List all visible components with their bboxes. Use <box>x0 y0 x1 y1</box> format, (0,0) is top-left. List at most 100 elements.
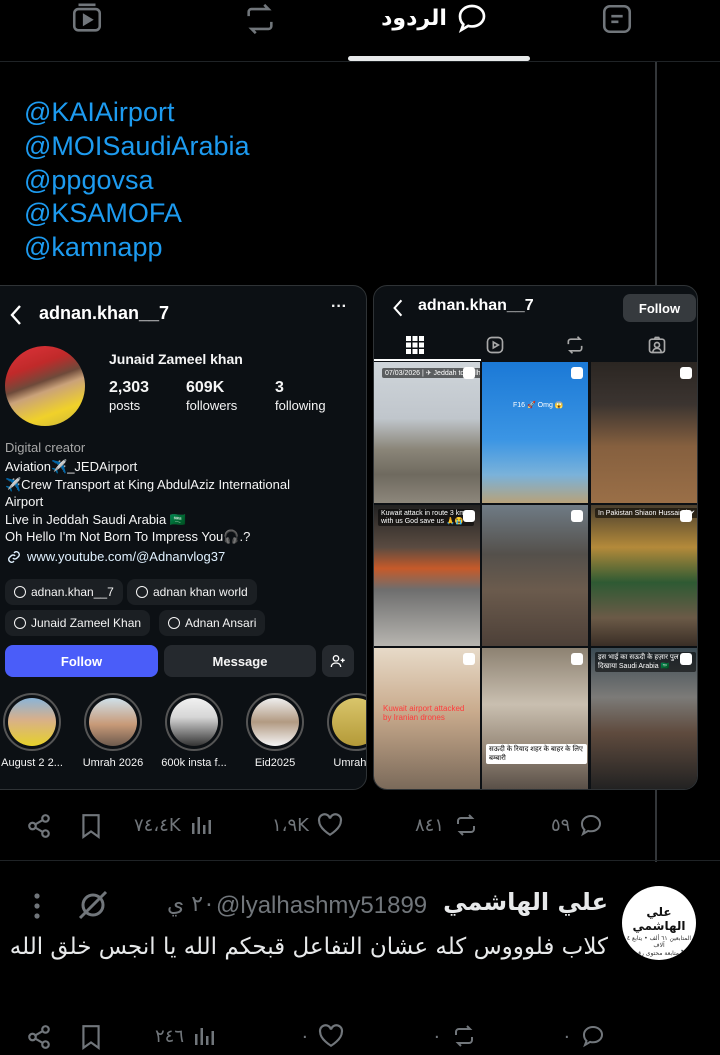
bio-line: Oh Hello I'm Not Born To Impress You🎧.? <box>5 529 251 544</box>
avatar-text: علي الهاشمي <box>632 905 686 933</box>
reply-bubble-icon <box>581 814 602 837</box>
share-button[interactable] <box>26 813 52 839</box>
highlight-cover <box>3 693 61 751</box>
highlight-label: Eid2025 <box>254 757 296 769</box>
grid-post[interactable]: 07/03/2026 | ✈ Jeddah to Delhi 🇮🇳 <box>374 362 480 503</box>
facebook-chip[interactable]: Junaid Zameel Khan <box>5 610 151 636</box>
highlight-label: 600k insta f... <box>161 757 227 769</box>
reel-icon <box>680 510 692 522</box>
avatar-subtext: المتابعين ٦١ ألف • يتابع ٤ آلاف <box>626 935 692 949</box>
follow-button[interactable]: Follow <box>5 645 158 677</box>
message-button[interactable]: Message <box>164 645 316 677</box>
views-button[interactable]: ٢٤٦ <box>155 1024 216 1048</box>
repost-icon <box>247 3 273 35</box>
grok-button[interactable] <box>76 888 110 922</box>
reel-icon <box>571 367 583 379</box>
views-count: ٧٤،٤K <box>134 814 181 836</box>
views-button[interactable]: ٧٤،٤K <box>134 813 213 837</box>
ig-link[interactable]: www.youtube.com/@Adnanvlog37 <box>27 549 225 564</box>
reel-icon <box>463 653 475 665</box>
tab-replies-label: الردود <box>381 5 447 31</box>
repost-button[interactable]: ٨٤١ <box>415 813 480 837</box>
highlight[interactable]: Umrah 2026 <box>78 693 148 769</box>
reply-text: كلاب فلوووس كله عشان التفاعل قبحكم الله … <box>9 934 608 960</box>
highlight-cover <box>327 693 366 751</box>
follow-button[interactable]: Follow <box>623 294 696 322</box>
share-icon <box>28 1025 50 1049</box>
like-button[interactable]: ١،٩K <box>272 813 343 837</box>
bio-line: Airport <box>5 494 44 509</box>
bookmark-button[interactable] <box>80 813 102 839</box>
following-label: following <box>275 398 326 413</box>
reply-button[interactable]: ٠ <box>562 1024 606 1048</box>
reposts-count: ٠ <box>432 1025 442 1047</box>
media-image-grid[interactable]: adnan.khan__7 Follow 07/03/2026 | ✈ Jedd… <box>373 285 698 790</box>
back-arrow-icon <box>10 305 21 325</box>
chip-label: Junaid Zameel Khan <box>31 616 142 630</box>
mention-link[interactable]: @kamnapp <box>24 231 250 265</box>
heart-icon <box>317 813 343 837</box>
highlight[interactable]: August 2 2... <box>0 693 67 769</box>
highlight-cover <box>84 693 142 751</box>
grid-post[interactable]: Kuwait airport attacked by Iranian drone… <box>374 648 480 789</box>
repost-icon <box>454 1025 473 1047</box>
views-icon <box>195 1028 215 1045</box>
highlight-label: August 2 2... <box>1 757 63 769</box>
share-button[interactable] <box>26 1024 52 1050</box>
tab-replies[interactable]: الردود <box>370 0 500 36</box>
facebook-icon <box>168 617 180 629</box>
threads-icon <box>14 586 26 598</box>
tab-video[interactable] <box>70 2 104 36</box>
tab-quotes[interactable] <box>600 2 634 36</box>
reply-handle[interactable]: @lyalhashmy51899 <box>216 892 427 920</box>
highlight[interactable]: Eid2025 <box>240 693 310 769</box>
tab-reposts[interactable] <box>242 2 278 36</box>
facebook-chip[interactable]: Adnan Ansari <box>159 610 266 636</box>
grid-post[interactable] <box>482 505 588 646</box>
grid-post[interactable]: सऊदी के रियाद शहर के बाहर के लिए बम्बारी <box>482 648 588 789</box>
avatar[interactable] <box>5 346 85 426</box>
like-button[interactable]: ٠ <box>300 1024 344 1048</box>
reel-icon <box>680 653 692 665</box>
reply-bubble-icon <box>582 1025 603 1048</box>
add-person-icon <box>330 655 345 668</box>
reposts-count: ٨٤١ <box>415 814 445 836</box>
tweet-mentions: @KAIAirport @MOISaudiArabia @ppgovsa @KS… <box>24 96 250 265</box>
chip-label: adnan khan world <box>153 585 248 599</box>
reply-button[interactable]: ٥٩ <box>551 813 604 837</box>
mention-link[interactable]: @KAIAirport <box>24 96 250 130</box>
highlight[interactable]: 600k insta f... <box>159 693 229 769</box>
reel-icon <box>571 510 583 522</box>
highlight-label: Umrah 2026 <box>82 757 144 769</box>
ig-full-name: Junaid Zameel khan <box>109 351 243 367</box>
avatar-subtext: متابعة محتوى رقمي 🔭 <box>629 950 689 957</box>
mention-link[interactable]: @KSAMOFA <box>24 197 250 231</box>
suggest-people-button[interactable] <box>322 645 354 677</box>
mention-link[interactable]: @ppgovsa <box>24 164 250 198</box>
threads-chip[interactable]: adnan khan world <box>127 579 257 605</box>
grid-post[interactable]: इस भाई का सऊदी के हज़ार पुल दिखाया Saudi… <box>591 648 697 789</box>
facebook-icon <box>14 617 26 629</box>
highlight[interactable]: Umrah20 <box>321 693 366 769</box>
post-caption: Kuwait attack in route 3 km with us God … <box>378 509 474 526</box>
ig-username: adnan.khan__7 <box>39 303 170 323</box>
reply-avatar[interactable]: علي الهاشمي المتابعين ٦١ ألف • يتابع ٤ آ… <box>622 886 696 960</box>
following-count: 3 <box>275 379 284 396</box>
grid-post[interactable]: F16 🚀 Omg 😱 <box>482 362 588 503</box>
grid-post[interactable]: In Pakistan Shiaon Hussain | ✔ <box>591 505 697 646</box>
reel-icon <box>463 367 475 379</box>
reply-timestamp: ٢٠ ي <box>167 892 215 917</box>
media-image-profile[interactable]: adnan.khan__7 ··· Junaid Zameel khan 2,3… <box>0 285 367 790</box>
bookmark-button[interactable] <box>80 1024 102 1050</box>
bookmark-icon <box>82 1025 100 1050</box>
grid-post[interactable] <box>591 362 697 503</box>
reply-more-button[interactable] <box>31 892 43 920</box>
reel-icon <box>571 653 583 665</box>
ig-bio: Aviation✈️_JEDAirport ✈️Crew Transport a… <box>5 458 355 546</box>
threads-chip[interactable]: adnan.khan__7 <box>5 579 123 605</box>
mention-link[interactable]: @MOISaudiArabia <box>24 130 250 164</box>
reply-display-name[interactable]: علي الهاشمي <box>443 888 608 916</box>
grok-icon <box>78 890 108 920</box>
grid-post[interactable]: Kuwait attack in route 3 km with us God … <box>374 505 480 646</box>
repost-button[interactable]: ٠ <box>432 1024 478 1048</box>
